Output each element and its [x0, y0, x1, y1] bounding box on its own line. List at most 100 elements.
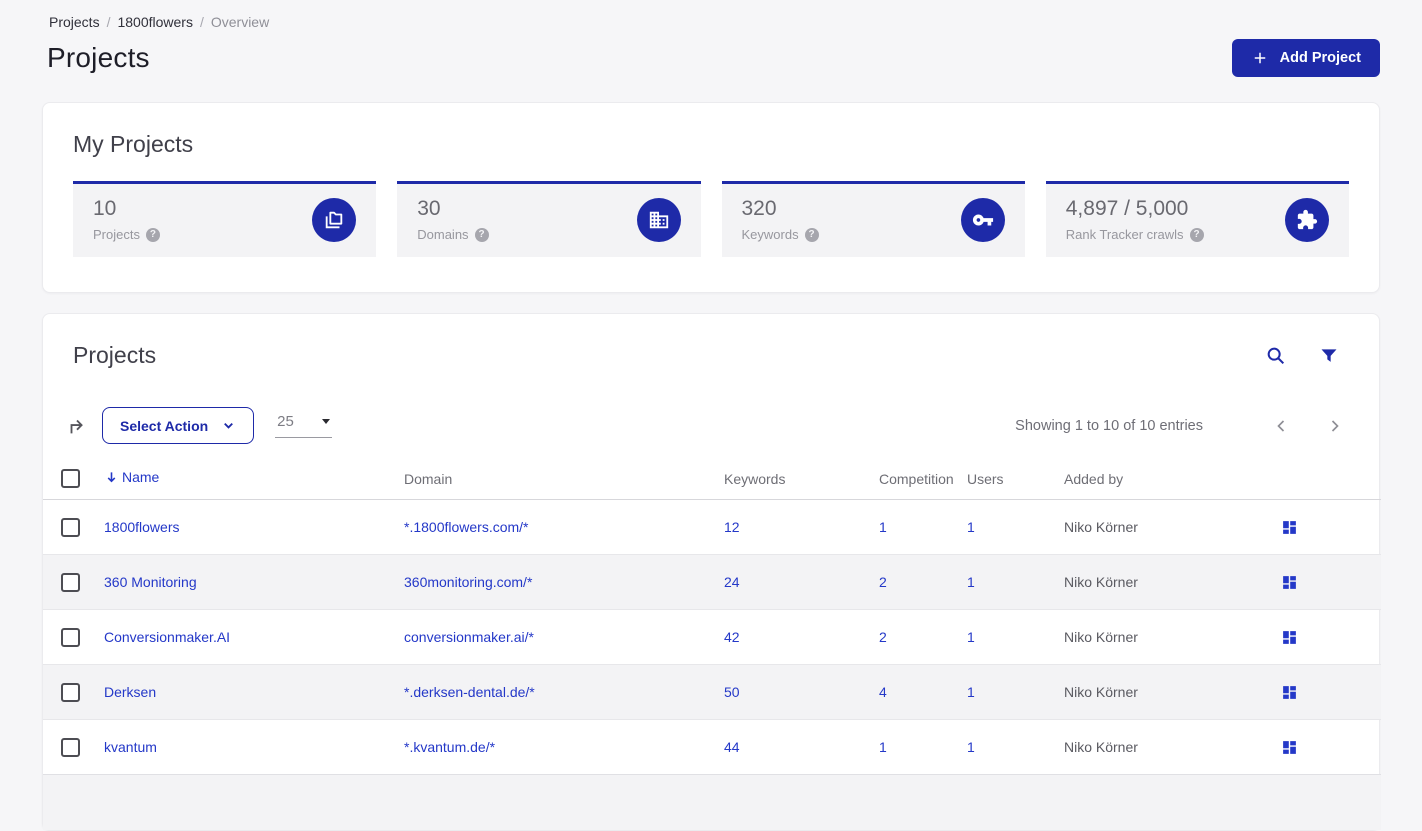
project-name-link[interactable]: 360 Monitoring — [104, 574, 197, 590]
column-header-domain[interactable]: Domain — [404, 463, 724, 500]
added-by-text: Niko Körner — [1064, 519, 1138, 535]
row-checkbox[interactable] — [61, 682, 80, 702]
stat-projects-label: Projects — [93, 227, 140, 242]
sort-down-icon — [104, 470, 119, 485]
help-icon[interactable]: ? — [145, 227, 160, 242]
my-projects-card: My Projects 10 Projects ? 30 Domains ? 3… — [42, 102, 1380, 293]
table-row: Conversionmaker.AI conversionmaker.ai/* … — [43, 609, 1381, 665]
column-header-keywords[interactable]: Keywords — [724, 463, 879, 500]
crawls-puzzle-icon — [1285, 197, 1329, 242]
chevron-left-icon[interactable] — [1271, 416, 1291, 436]
row-checkbox[interactable] — [61, 627, 80, 647]
stat-domains-value: 30 — [417, 197, 441, 220]
add-project-label: Add Project — [1279, 50, 1361, 66]
keywords-key-icon — [960, 197, 1005, 242]
stat-rank-tracker-crawls: 4,897 / 5,000 Rank Tracker crawls ? — [1045, 181, 1349, 257]
column-header-users[interactable]: Users — [967, 463, 1064, 500]
search-icon[interactable] — [1265, 345, 1287, 367]
page-size-select[interactable]: 25 — [275, 413, 333, 438]
breadcrumb: Projects / 1800flowers / Overview — [42, 14, 1380, 30]
stat-keywords-label: Keywords — [741, 227, 799, 242]
project-domain-link[interactable]: conversionmaker.ai/* — [404, 629, 534, 645]
stat-keywords-value: 320 — [741, 197, 777, 220]
column-header-name[interactable]: Name — [104, 463, 404, 500]
row-checkbox[interactable] — [61, 517, 80, 537]
filter-icon[interactable] — [1319, 346, 1339, 366]
stat-domains-label: Domains — [417, 227, 469, 242]
competition-count-link[interactable]: 1 — [879, 519, 887, 535]
added-by-text: Niko Körner — [1064, 739, 1138, 755]
help-icon[interactable]: ? — [804, 227, 819, 242]
row-checkbox[interactable] — [61, 572, 80, 592]
projects-folders-icon — [312, 197, 357, 242]
projects-card-title: Projects — [73, 342, 157, 368]
chevron-right-icon[interactable] — [1325, 416, 1345, 436]
project-domain-link[interactable]: *.1800flowers.com/* — [404, 519, 529, 535]
add-project-button[interactable]: Add Project — [1231, 39, 1380, 77]
table-row: kvantum *.kvantum.de/* 44 1 1 Niko Körne… — [43, 719, 1381, 775]
plus-icon — [1251, 49, 1269, 67]
select-action-label: Select Action — [120, 417, 209, 434]
page: Projects / 1800flowers / Overview Projects A… — [0, 0, 1422, 831]
project-domain-link[interactable]: *.derksen-dental.de/* — [404, 684, 535, 700]
table-row: 1800flowers *.1800flowers.com/* 12 1 1 N… — [43, 500, 1381, 555]
added-by-text: Niko Körner — [1064, 629, 1138, 645]
competition-count-link[interactable]: 4 — [879, 684, 887, 700]
stat-projects-value: 10 — [93, 197, 117, 220]
keywords-count-link[interactable]: 12 — [724, 519, 740, 535]
caret-down-icon — [322, 419, 331, 424]
project-name-link[interactable]: kvantum — [104, 739, 157, 755]
page-title: Projects — [47, 42, 150, 73]
users-count-link[interactable]: 1 — [967, 684, 975, 700]
stats-row: 10 Projects ? 30 Domains ? 320 Keywords … — [73, 181, 1349, 257]
stat-crawls-value: 4,897 / 5,000 — [1065, 197, 1189, 220]
keywords-count-link[interactable]: 42 — [724, 629, 740, 645]
help-icon[interactable]: ? — [1189, 227, 1204, 242]
breadcrumb-overview: Overview — [210, 14, 270, 30]
project-domain-link[interactable]: *.kvantum.de/* — [404, 739, 495, 755]
competition-count-link[interactable]: 2 — [879, 629, 887, 645]
title-row: Projects Add Project — [42, 39, 1380, 77]
row-checkbox[interactable] — [61, 737, 80, 757]
select-action-dropdown[interactable]: Select Action — [102, 407, 255, 444]
column-header-added-by[interactable]: Added by — [1064, 463, 1263, 500]
page-size-value: 25 — [277, 413, 294, 430]
project-name-link[interactable]: Conversionmaker.AI — [104, 629, 230, 645]
stat-crawls-label: Rank Tracker crawls — [1065, 227, 1184, 242]
added-by-text: Niko Körner — [1064, 574, 1138, 590]
table-row: 360 Monitoring 360monitoring.com/* 24 2 … — [43, 554, 1381, 610]
table-row-partial — [43, 774, 1381, 830]
added-by-text: Niko Körner — [1064, 684, 1138, 700]
keywords-count-link[interactable]: 24 — [724, 574, 740, 590]
competition-count-link[interactable]: 2 — [879, 574, 887, 590]
dashboard-icon[interactable] — [1281, 739, 1298, 756]
dashboard-icon[interactable] — [1281, 519, 1298, 536]
users-count-link[interactable]: 1 — [967, 629, 975, 645]
column-header-competition[interactable]: Competition — [879, 463, 967, 500]
dashboard-icon[interactable] — [1281, 574, 1298, 591]
keywords-count-link[interactable]: 44 — [724, 739, 740, 755]
keywords-count-link[interactable]: 50 — [724, 684, 740, 700]
project-name-link[interactable]: Derksen — [104, 684, 156, 700]
dashboard-icon[interactable] — [1281, 684, 1298, 701]
users-count-link[interactable]: 1 — [967, 519, 975, 535]
help-icon[interactable]: ? — [474, 227, 489, 242]
breadcrumb-projects[interactable]: Projects — [49, 14, 100, 30]
stat-keywords: 320 Keywords ? — [721, 181, 1025, 257]
competition-count-link[interactable]: 1 — [879, 739, 887, 755]
breadcrumb-separator: / — [106, 14, 111, 30]
table-row: Derksen *.derksen-dental.de/* 50 4 1 Nik… — [43, 664, 1381, 720]
project-domain-link[interactable]: 360monitoring.com/* — [404, 574, 532, 590]
users-count-link[interactable]: 1 — [967, 574, 975, 590]
domains-building-icon — [636, 197, 681, 242]
breadcrumb-1800flowers[interactable]: 1800flowers — [117, 14, 193, 30]
stat-domains: 30 Domains ? — [397, 181, 701, 257]
table-toolbar: Select Action 25 Showing 1 to 10 of 10 e… — [43, 407, 1379, 444]
select-all-checkbox[interactable] — [61, 469, 80, 488]
chevron-down-icon — [221, 418, 236, 433]
stat-projects: 10 Projects ? — [73, 181, 377, 257]
users-count-link[interactable]: 1 — [967, 739, 975, 755]
dashboard-icon[interactable] — [1281, 629, 1298, 646]
export-arrow-icon[interactable] — [66, 415, 88, 437]
project-name-link[interactable]: 1800flowers — [104, 519, 180, 535]
